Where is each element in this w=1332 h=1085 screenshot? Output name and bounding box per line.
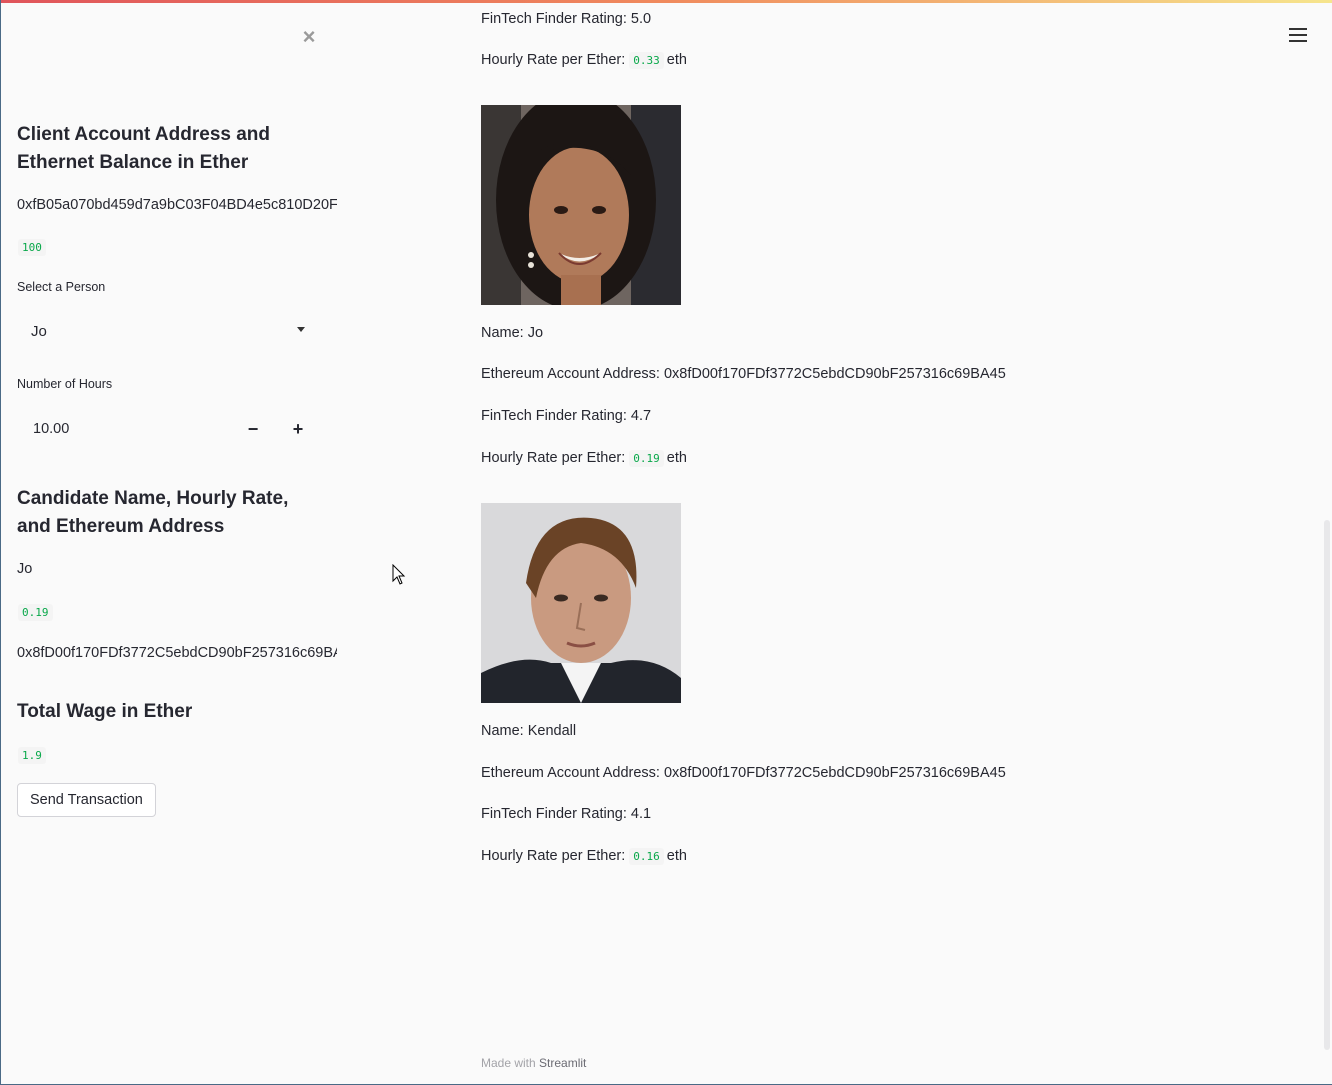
send-transaction-button[interactable]: Send Transaction bbox=[17, 783, 156, 817]
candidate-rating: FinTech Finder Rating: 4.7 bbox=[481, 408, 652, 424]
balance-value: 100 bbox=[18, 239, 46, 256]
candidate-photo-kendall bbox=[481, 503, 681, 703]
rate-value: 0.16 bbox=[629, 848, 664, 865]
select-person-label: Select a Person bbox=[17, 280, 106, 294]
rate-unit: eth bbox=[666, 450, 687, 466]
hamburger-menu-icon[interactable] bbox=[1289, 28, 1307, 44]
candidate-rate-row: Hourly Rate per Ether: 0.19 eth bbox=[481, 450, 687, 467]
candidate-name: Name: Jo bbox=[481, 325, 544, 341]
decrement-button[interactable]: − bbox=[233, 410, 273, 448]
rate-unit: eth bbox=[666, 848, 687, 864]
top-rate-row: Hourly Rate per Ether: 0.33 eth bbox=[481, 52, 687, 69]
candidate-rate: 0.19 bbox=[18, 604, 53, 621]
sidebar: × Client Account Address and Ethernet Ba… bbox=[1, 3, 341, 1083]
rate-unit: eth bbox=[666, 52, 687, 68]
rate-value: 0.33 bbox=[629, 52, 664, 69]
candidate-rate-row: Hourly Rate per Ether: 0.16 eth bbox=[481, 848, 687, 865]
footer: Made with Streamlit bbox=[481, 1056, 586, 1070]
candidate-heading: Candidate Name, Hourly Rate, and Ethereu… bbox=[17, 488, 289, 537]
scrollbar[interactable] bbox=[1324, 520, 1330, 1050]
select-person-value: Jo bbox=[31, 323, 47, 340]
rate-value: 0.19 bbox=[629, 450, 664, 467]
increment-button[interactable]: + bbox=[278, 410, 318, 448]
select-person-dropdown[interactable]: Jo bbox=[17, 313, 311, 351]
hours-label: Number of Hours bbox=[17, 377, 113, 391]
candidate-address: Ethereum Account Address: 0x8fD00f170FDf… bbox=[481, 765, 1006, 781]
candidate-address: 0x8fD00f170FDf3772C5ebdCD90bF257316c69BA bbox=[17, 645, 337, 661]
rate-label: Hourly Rate per Ether: bbox=[481, 450, 626, 466]
candidate-rating: FinTech Finder Rating: 4.1 bbox=[481, 806, 652, 822]
hours-stepper: − + bbox=[17, 410, 311, 448]
footer-prefix: Made with bbox=[481, 1056, 536, 1070]
candidate-address: Ethereum Account Address: 0x8fD00f170FDf… bbox=[481, 366, 1006, 382]
mouse-cursor-icon bbox=[392, 564, 406, 585]
wage-heading: Total Wage in Ether bbox=[17, 701, 193, 722]
rate-label: Hourly Rate per Ether: bbox=[481, 848, 626, 864]
candidate-name: Name: Kendall bbox=[481, 723, 577, 739]
wage-value: 1.9 bbox=[18, 747, 46, 764]
close-sidebar-icon[interactable]: × bbox=[297, 25, 321, 49]
chevron-down-icon bbox=[297, 327, 305, 332]
hours-input[interactable] bbox=[17, 410, 237, 448]
account-heading: Client Account Address and Ethernet Bala… bbox=[17, 124, 271, 173]
top-rating: FinTech Finder Rating: 5.0 bbox=[481, 11, 652, 27]
candidate-name: Jo bbox=[17, 561, 33, 577]
candidate-photo-jo bbox=[481, 105, 681, 305]
rate-label: Hourly Rate per Ether: bbox=[481, 52, 626, 68]
account-address: 0xfB05a070bd459d7a9bC03F04BD4e5c810D20F2 bbox=[17, 197, 337, 213]
footer-brand-link[interactable]: Streamlit bbox=[539, 1056, 586, 1070]
